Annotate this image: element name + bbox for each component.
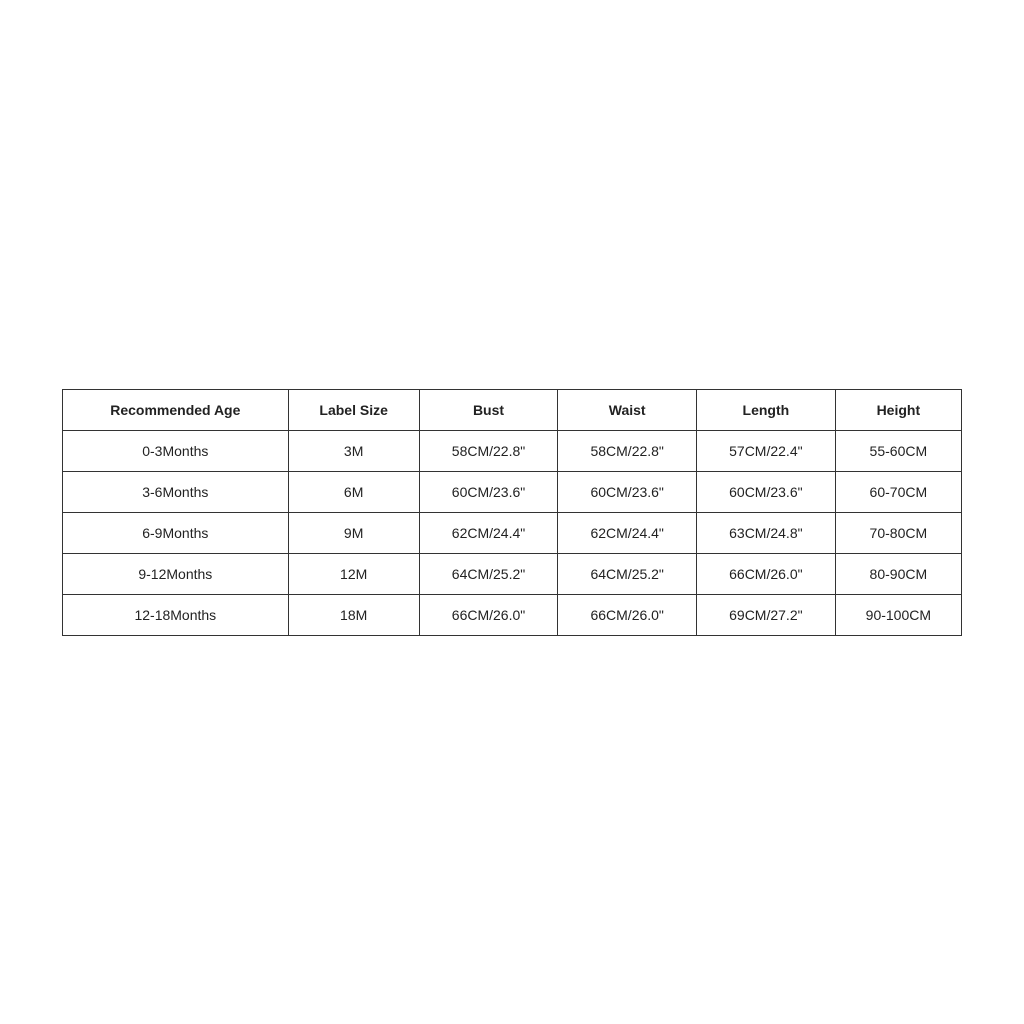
cell-waist: 62CM/24.4" bbox=[558, 512, 697, 553]
cell-waist: 60CM/23.6" bbox=[558, 471, 697, 512]
header-height: Height bbox=[835, 389, 961, 430]
table-row: 9-12Months12M64CM/25.2"64CM/25.2"66CM/26… bbox=[63, 553, 962, 594]
cell-age: 3-6Months bbox=[63, 471, 289, 512]
cell-waist: 66CM/26.0" bbox=[558, 594, 697, 635]
cell-height: 60-70CM bbox=[835, 471, 961, 512]
cell-bust: 62CM/24.4" bbox=[419, 512, 558, 553]
table-row: 12-18Months18M66CM/26.0"66CM/26.0"69CM/2… bbox=[63, 594, 962, 635]
cell-bust: 66CM/26.0" bbox=[419, 594, 558, 635]
cell-waist: 58CM/22.8" bbox=[558, 430, 697, 471]
cell-length: 60CM/23.6" bbox=[697, 471, 836, 512]
cell-age: 12-18Months bbox=[63, 594, 289, 635]
cell-length: 69CM/27.2" bbox=[697, 594, 836, 635]
cell-label_size: 9M bbox=[288, 512, 419, 553]
cell-height: 55-60CM bbox=[835, 430, 961, 471]
cell-age: 6-9Months bbox=[63, 512, 289, 553]
header-bust: Bust bbox=[419, 389, 558, 430]
cell-bust: 64CM/25.2" bbox=[419, 553, 558, 594]
table-row: 6-9Months9M62CM/24.4"62CM/24.4"63CM/24.8… bbox=[63, 512, 962, 553]
header-recommended-age: Recommended Age bbox=[63, 389, 289, 430]
size-chart-container: Recommended Age Label Size Bust Waist Le… bbox=[62, 389, 962, 636]
cell-height: 80-90CM bbox=[835, 553, 961, 594]
cell-height: 70-80CM bbox=[835, 512, 961, 553]
cell-label_size: 3M bbox=[288, 430, 419, 471]
cell-age: 9-12Months bbox=[63, 553, 289, 594]
header-label-size: Label Size bbox=[288, 389, 419, 430]
cell-bust: 58CM/22.8" bbox=[419, 430, 558, 471]
cell-length: 57CM/22.4" bbox=[697, 430, 836, 471]
header-waist: Waist bbox=[558, 389, 697, 430]
cell-waist: 64CM/25.2" bbox=[558, 553, 697, 594]
cell-label_size: 6M bbox=[288, 471, 419, 512]
cell-height: 90-100CM bbox=[835, 594, 961, 635]
cell-label_size: 18M bbox=[288, 594, 419, 635]
cell-length: 66CM/26.0" bbox=[697, 553, 836, 594]
cell-length: 63CM/24.8" bbox=[697, 512, 836, 553]
table-row: 0-3Months3M58CM/22.8"58CM/22.8"57CM/22.4… bbox=[63, 430, 962, 471]
header-length: Length bbox=[697, 389, 836, 430]
cell-age: 0-3Months bbox=[63, 430, 289, 471]
table-row: 3-6Months6M60CM/23.6"60CM/23.6"60CM/23.6… bbox=[63, 471, 962, 512]
cell-bust: 60CM/23.6" bbox=[419, 471, 558, 512]
cell-label_size: 12M bbox=[288, 553, 419, 594]
size-chart-table: Recommended Age Label Size Bust Waist Le… bbox=[62, 389, 962, 636]
table-header-row: Recommended Age Label Size Bust Waist Le… bbox=[63, 389, 962, 430]
